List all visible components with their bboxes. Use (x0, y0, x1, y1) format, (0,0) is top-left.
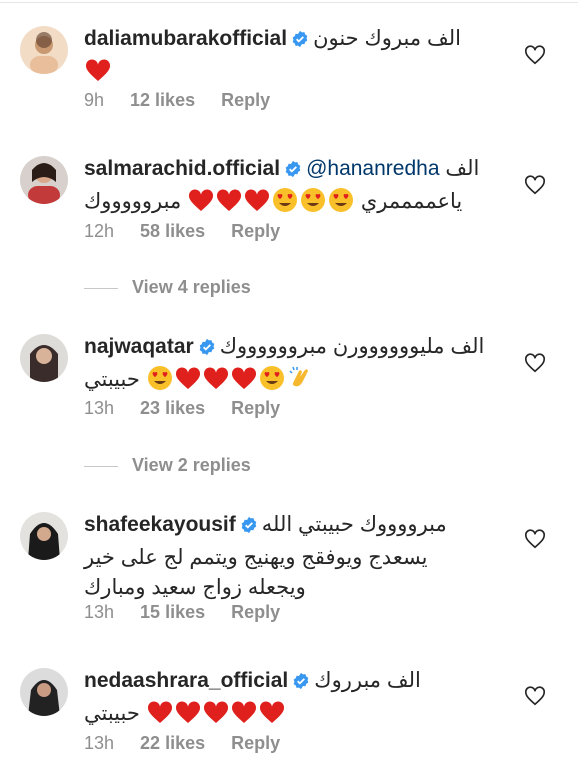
avatar[interactable] (20, 668, 68, 716)
red-heart-emoji-icon (231, 701, 257, 734)
comment-meta: 13h 23 likes Reply (84, 398, 306, 419)
comment-body: الف مبروك حنون (313, 27, 461, 50)
red-heart-emoji-icon (231, 367, 257, 400)
avatar[interactable] (20, 512, 68, 560)
red-heart-emoji-icon (203, 367, 229, 400)
comment-text: najwaqatar الف مليوووووورن مبرووووووك حبي… (84, 332, 504, 400)
comment-body-line2: يسعدج ويوفقج ويهنيج ويتمم لج على خير (84, 546, 428, 569)
heart-eyes-emoji-icon (300, 187, 326, 222)
likes-count[interactable]: 58 likes (140, 221, 205, 241)
red-heart-emoji-icon (216, 189, 242, 222)
comment-time: 12h (84, 221, 115, 241)
comment-body-line2: حبيبتي (84, 702, 140, 725)
comment-body-line2: مبروووووك (84, 190, 182, 213)
like-heart-icon[interactable] (524, 685, 546, 707)
view-replies-button[interactable]: View 4 replies (84, 277, 251, 298)
heart-eyes-emoji-icon (147, 365, 173, 400)
comment-time: 13h (84, 398, 115, 418)
reply-button[interactable]: Reply (221, 90, 270, 110)
comment-body-line3: ويجعله زواج سعيد ومبارك (84, 576, 306, 599)
comment-time: 13h (84, 733, 115, 753)
comment-body-line2: حبيبتي (84, 368, 140, 391)
avatar[interactable] (20, 334, 68, 382)
reply-button[interactable]: Reply (231, 733, 280, 753)
replies-divider (84, 287, 118, 289)
like-heart-icon[interactable] (524, 174, 546, 196)
username[interactable]: nedaashrara_official (84, 669, 288, 692)
clapping-hands-emoji-icon (287, 365, 313, 400)
like-heart-icon[interactable] (524, 528, 546, 550)
heart-eyes-emoji-icon (259, 365, 285, 400)
view-replies-label[interactable]: View 2 replies (132, 455, 251, 475)
likes-count[interactable]: 23 likes (140, 398, 205, 418)
red-heart-emoji-icon (147, 701, 173, 734)
red-heart-emoji-icon (259, 701, 285, 734)
comment-time: 9h (84, 90, 105, 110)
replies-divider (84, 465, 118, 467)
reply-button[interactable]: Reply (231, 602, 280, 622)
avatar[interactable] (20, 26, 68, 74)
username[interactable]: salmarachid.official (84, 157, 280, 180)
comment-meta: 9h 12 likes Reply (84, 90, 296, 111)
comment-meta: 12h 58 likes Reply (84, 221, 306, 242)
comment-text: nedaashrara_official الف مبرروك حبيبتي (84, 666, 504, 734)
comment-body-line2-suffix: ياعممممري (360, 190, 463, 213)
like-heart-icon[interactable] (524, 352, 546, 374)
comment-body: مبرووووك حبيبتي الله (261, 513, 447, 536)
comment-meta: 13h 22 likes Reply (84, 733, 306, 754)
red-heart-emoji-icon (85, 59, 111, 92)
username[interactable]: daliamubarakofficial (84, 27, 287, 50)
likes-count[interactable]: 15 likes (140, 602, 205, 622)
comment-meta: 13h 15 likes Reply (84, 602, 306, 623)
view-replies-label[interactable]: View 4 replies (132, 277, 251, 297)
red-heart-emoji-icon (188, 189, 214, 222)
view-replies-button[interactable]: View 2 replies (84, 455, 251, 476)
comment-text: salmarachid.official @hananredha الف مبرو… (84, 154, 504, 222)
verified-badge-icon (284, 157, 302, 187)
comment-text: daliamubarakofficial الف مبروك حنون (84, 24, 504, 92)
red-heart-emoji-icon (175, 367, 201, 400)
heart-eyes-emoji-icon (272, 187, 298, 222)
comment-body: الف مبرروك (314, 669, 421, 692)
verified-badge-icon (292, 669, 310, 699)
verified-badge-icon (198, 335, 216, 365)
comment-body: الف مليوووووورن مبرووووووك (219, 335, 485, 358)
likes-count[interactable]: 22 likes (140, 733, 205, 753)
like-heart-icon[interactable] (524, 44, 546, 66)
comment-text: shafeekayousif مبرووووك حبيبتي الله يسعدج… (84, 510, 504, 603)
reply-button[interactable]: Reply (231, 221, 280, 241)
verified-badge-icon (291, 27, 309, 57)
mention-link[interactable]: @hananredha (306, 157, 439, 180)
top-divider (0, 2, 578, 3)
reply-button[interactable]: Reply (231, 398, 280, 418)
comment-body: الف (445, 157, 480, 180)
red-heart-emoji-icon (244, 189, 270, 222)
red-heart-emoji-icon (203, 701, 229, 734)
avatar[interactable] (20, 156, 68, 204)
verified-badge-icon (240, 513, 258, 543)
likes-count[interactable]: 12 likes (130, 90, 195, 110)
red-heart-emoji-icon (175, 701, 201, 734)
heart-eyes-emoji-icon (328, 187, 354, 222)
comment-time: 13h (84, 602, 115, 622)
username[interactable]: najwaqatar (84, 335, 194, 358)
username[interactable]: shafeekayousif (84, 513, 236, 536)
